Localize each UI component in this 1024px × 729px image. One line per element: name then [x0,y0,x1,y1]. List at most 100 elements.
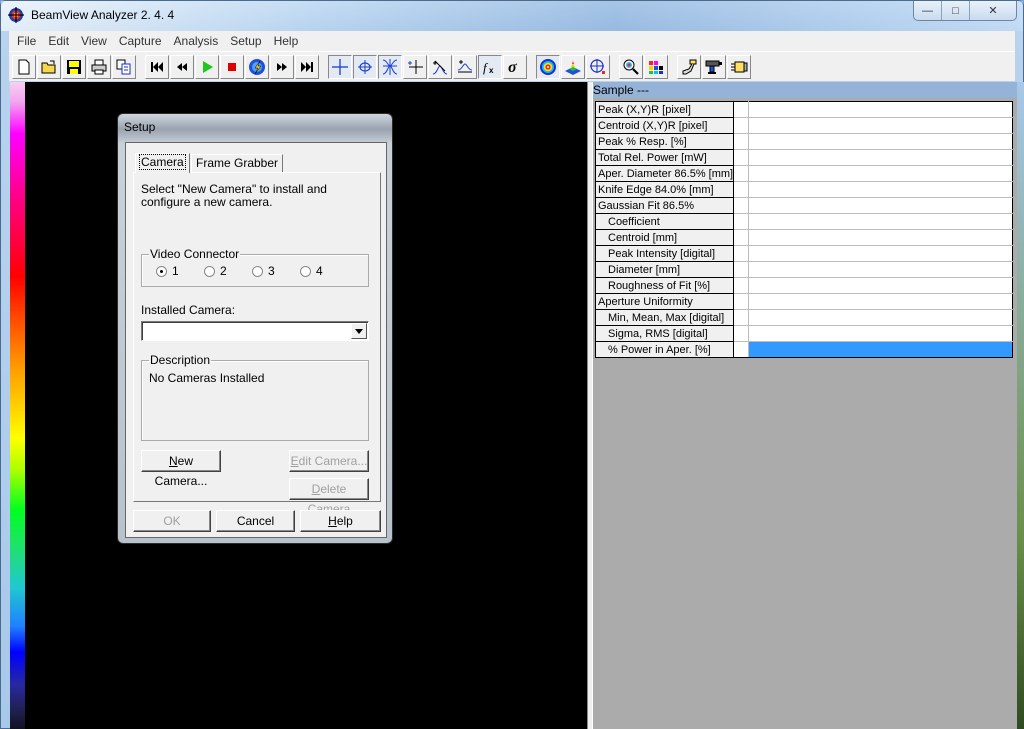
open-button[interactable] [37,54,61,79]
aperture-button[interactable] [586,54,610,79]
results-row[interactable]: Peak Intensity [digital] [595,245,1013,262]
results-row[interactable]: % Power in Aper. [%] [595,341,1013,358]
results-row-value [748,165,1013,182]
minimize-button[interactable]: — [914,1,942,20]
menu-edit[interactable]: Edit [42,31,75,51]
save-button[interactable] [62,54,86,79]
minimize-icon: — [922,4,933,17]
cancel-button[interactable]: Cancel [216,510,295,532]
zoom-button[interactable] [619,54,643,79]
new-camera-button[interactable]: New Camera... [141,450,221,488]
description-text: No Cameras Installed [149,371,265,385]
first-frame-button[interactable] [145,54,169,79]
radio-unselected-icon [300,265,311,277]
maximize-button[interactable]: □ [942,1,970,20]
installed-camera-dropdown[interactable] [141,321,369,341]
new-file-button[interactable] [12,54,36,79]
centroid-button[interactable] [353,54,377,79]
dialog-body: Camera Frame Grabber Select "New Camera"… [125,142,387,538]
delete-camera-button[interactable]: Delete Camera [289,478,369,516]
results-row-marker [733,309,750,326]
dropdown-button[interactable] [351,323,367,339]
results-row-marker [733,325,750,342]
menu-bar: File Edit View Capture Analysis Setup He… [9,31,1015,51]
menu-view[interactable]: View [75,31,113,51]
results-row[interactable]: Peak (X,Y)R [pixel] [595,101,1013,118]
results-row[interactable]: Roughness of Fit [%] [595,277,1013,294]
color-palette-bar [10,82,25,729]
camera-button[interactable] [702,54,726,79]
radio-unselected-icon [204,265,215,277]
description-legend: Description [149,353,212,367]
beam-2d-button[interactable] [536,54,560,79]
camera-mount-button[interactable] [677,54,701,79]
capture-button[interactable] [245,54,269,79]
results-row-label: Centroid [mm] [595,229,735,246]
results-row[interactable]: Aper. Diameter 86.5% [mm] [595,165,1013,182]
results-row-value [748,325,1013,342]
copy-button[interactable] [112,54,136,79]
results-row[interactable]: Diameter [mm] [595,261,1013,278]
results-row-marker [733,133,750,150]
crosshair-button[interactable] [328,54,352,79]
radio-connector-2[interactable]: 2 [204,264,252,278]
profile-fit-button[interactable] [453,54,477,79]
new-camera-label: New Camera... [154,454,208,488]
results-row[interactable]: Sigma, RMS [digital] [595,325,1013,342]
results-row[interactable]: Coefficient [595,213,1013,230]
rewind-button[interactable] [170,54,194,79]
fast-forward-icon [277,62,287,71]
zoom-icon [623,59,639,75]
results-row[interactable]: Aperture Uniformity [595,293,1013,310]
menu-setup[interactable]: Setup [224,31,267,51]
edit-camera-button[interactable]: Edit Camera... [289,450,369,472]
function-button[interactable]: fx [478,54,502,79]
results-row[interactable]: Centroid (X,Y)R [pixel] [595,117,1013,134]
results-row[interactable]: Peak % Resp. [%] [595,133,1013,150]
last-frame-button[interactable] [295,54,319,79]
toolbar: fx σ [9,51,1015,81]
help-button[interactable]: Help [300,510,381,532]
menu-capture[interactable]: Capture [113,31,168,51]
results-row[interactable]: Knife Edge 84.0% [mm] [595,181,1013,198]
results-row[interactable]: Total Rel. Power [mW] [595,149,1013,166]
profile-x-button[interactable] [428,54,452,79]
results-row-marker [733,261,750,278]
play-icon [203,60,213,73]
profile-x-icon [432,60,448,74]
results-row-label: Min, Mean, Max [digital] [595,309,735,326]
maximize-icon: □ [952,4,959,17]
beam-3d-button[interactable] [561,54,585,79]
frame-grabber-button[interactable] [727,54,751,79]
print-button[interactable] [87,54,111,79]
results-row-value [748,293,1013,310]
results-row[interactable]: Centroid [mm] [595,229,1013,246]
knife-edge-button[interactable] [378,54,402,79]
last-frame-icon [301,61,313,72]
peak-cross-button[interactable] [403,54,427,79]
sigma-button[interactable]: σ [503,54,527,79]
results-row-marker [733,117,750,134]
ok-button[interactable]: OK [133,510,211,532]
results-row[interactable]: Min, Mean, Max [digital] [595,309,1013,326]
tab-frame-grabber[interactable]: Frame Grabber [191,154,284,172]
first-frame-icon [151,61,163,72]
radio-connector-3[interactable]: 3 [252,264,300,278]
close-button[interactable]: ✕ [970,1,1016,20]
fast-forward-button[interactable] [270,54,294,79]
menu-analysis[interactable]: Analysis [168,31,225,51]
title-bar[interactable]: BeamView Analyzer 2. 4. 4 — □ ✕ [1,1,1023,31]
results-row[interactable]: Gaussian Fit 86.5% [595,197,1013,214]
palette-button[interactable] [644,54,668,79]
chevron-down-icon [355,328,363,334]
window-controls: — □ ✕ [913,1,1017,21]
radio-connector-4[interactable]: 4 [300,264,348,278]
tab-frame-grabber-label: Frame Grabber [196,156,279,170]
menu-file[interactable]: File [11,31,42,51]
stop-button[interactable] [220,54,244,79]
radio-connector-1[interactable]: 1 [156,264,204,278]
tab-camera[interactable]: Camera [135,153,190,173]
play-button[interactable] [195,54,219,79]
knife-edge-icon [382,58,398,75]
menu-help[interactable]: Help [268,31,305,51]
